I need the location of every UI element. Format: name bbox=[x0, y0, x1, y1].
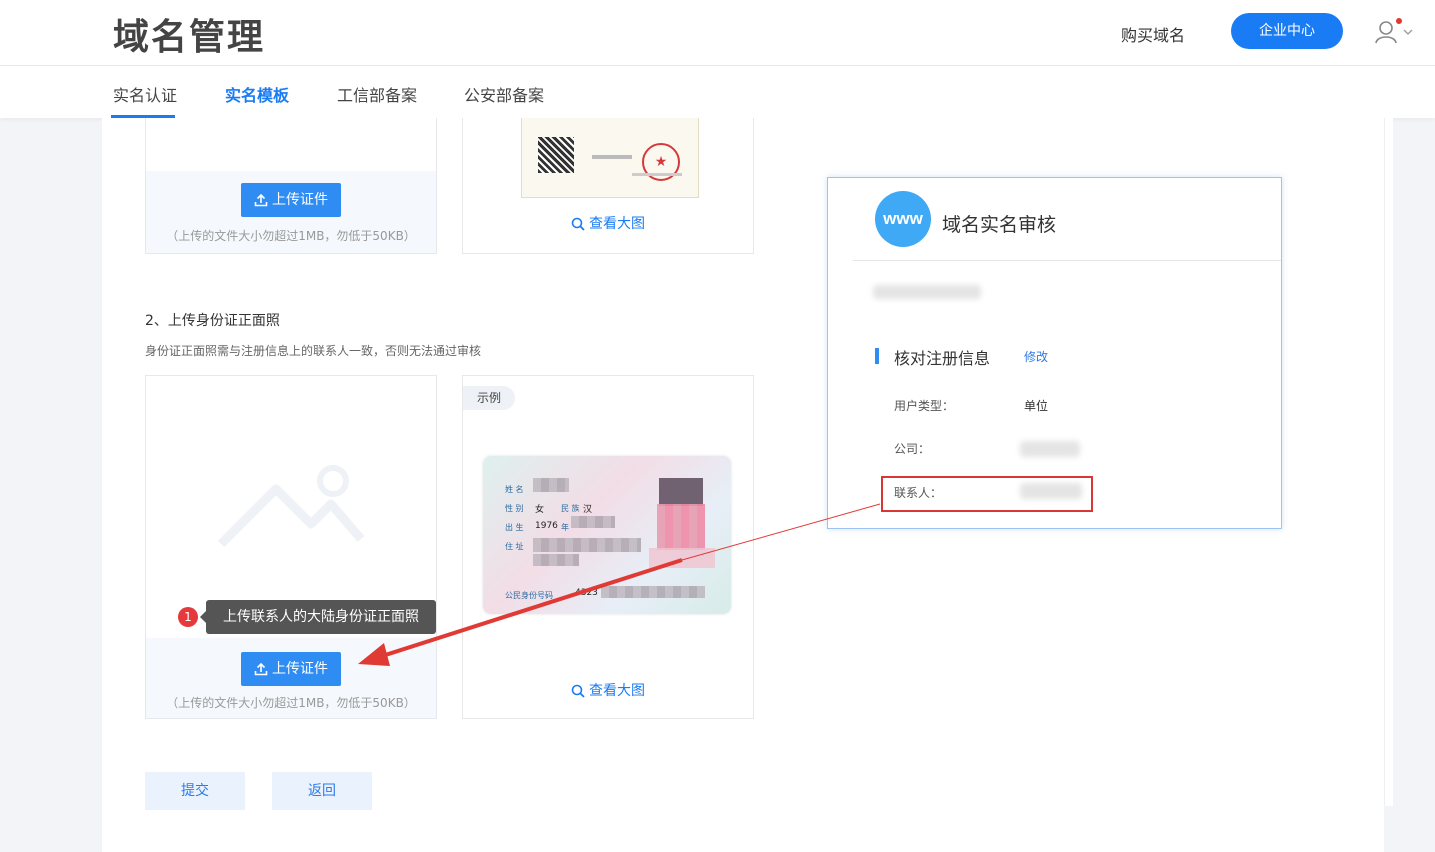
certificate-text-lines bbox=[632, 173, 682, 176]
search-icon bbox=[571, 684, 585, 698]
blurred-domain bbox=[873, 285, 981, 299]
upload-icon bbox=[254, 662, 268, 676]
domain-review-popup: www 域名实名审核 核对注册信息 修改 用户类型： 单位 公司： 联系人： bbox=[827, 177, 1282, 529]
birth-redaction bbox=[571, 516, 615, 528]
example-card-1: ★ 查看大图 bbox=[462, 118, 754, 254]
id-address-label: 住 址 bbox=[505, 542, 524, 551]
address-redaction bbox=[533, 538, 641, 552]
id-ethnic-label: 民 族 bbox=[561, 504, 580, 513]
user-icon bbox=[1375, 21, 1397, 44]
upload-button-label: 上传证件 bbox=[272, 661, 328, 677]
user-menu[interactable] bbox=[1375, 18, 1415, 44]
example-card-2: 示例 姓 名 性 别 女 民 族 汉 出 生 1976 年 住 址 公民身份号码… bbox=[462, 375, 754, 719]
id-number-prefix: 4323 bbox=[575, 588, 598, 598]
upload-note: （上传的文件大小勿超过1MB，勿低于50KB） bbox=[166, 696, 416, 710]
view-large-label: 查看大图 bbox=[589, 683, 645, 699]
view-large-link-1[interactable]: 查看大图 bbox=[463, 213, 753, 233]
view-large-link-2[interactable]: 查看大图 bbox=[463, 680, 753, 700]
upload-card-footer: 上传证件 （上传的文件大小勿超过1MB，勿低于50KB） bbox=[146, 638, 436, 718]
tab-real-name-auth[interactable]: 实名认证 bbox=[113, 82, 177, 106]
contact-highlight-box bbox=[881, 476, 1093, 512]
search-icon bbox=[571, 217, 585, 231]
example-tag: 示例 bbox=[463, 386, 515, 410]
id-birth-label: 出 生 bbox=[505, 523, 524, 532]
upload-card-footer: 上传证件 （上传的文件大小勿超过1MB，勿低于50KB） bbox=[146, 171, 436, 253]
blurred-company bbox=[1020, 441, 1080, 457]
page-title: 域名管理 bbox=[113, 17, 266, 58]
www-logo: www bbox=[875, 191, 931, 247]
upload-card-1: 上传证件 （上传的文件大小勿超过1MB，勿低于50KB） bbox=[145, 118, 437, 254]
upload-icon bbox=[254, 193, 268, 207]
chevron-down-icon bbox=[1403, 29, 1413, 35]
edit-link[interactable]: 修改 bbox=[1024, 348, 1048, 365]
certificate-text-lines bbox=[592, 155, 632, 159]
view-large-label: 查看大图 bbox=[589, 216, 645, 232]
section-title: 2、上传身份证正面照 bbox=[145, 313, 280, 329]
upload-note: （上传的文件大小勿超过1MB，勿低于50KB） bbox=[166, 229, 416, 243]
name-redaction bbox=[533, 478, 569, 492]
tab-police-filing[interactable]: 公安部备案 bbox=[464, 82, 544, 106]
id-number-label: 公民身份号码 bbox=[505, 591, 553, 600]
section-description: 身份证正面照需与注册信息上的联系人一致，否则无法通过审核 bbox=[145, 344, 482, 358]
notification-dot bbox=[1396, 18, 1402, 24]
company-label: 公司： bbox=[894, 442, 931, 456]
buy-domain-link[interactable]: 购买域名 bbox=[1121, 22, 1185, 46]
tab-miit-filing[interactable]: 工信部备案 bbox=[337, 82, 417, 106]
upload-card-2: 上传证件 （上传的文件大小勿超过1MB，勿低于50KB） bbox=[145, 375, 437, 719]
image-placeholder-icon bbox=[217, 465, 365, 548]
upload-button-label: 上传证件 bbox=[272, 192, 328, 208]
certificate-image: ★ bbox=[521, 118, 699, 198]
tab-bar: 实名认证 实名模板 工信部备案 公安部备案 bbox=[0, 66, 1435, 118]
upload-hint-tooltip: 上传联系人的大陆身份证正面照 bbox=[200, 600, 436, 634]
enterprise-center-button[interactable]: 企业中心 bbox=[1231, 13, 1343, 49]
section-marker bbox=[875, 348, 879, 364]
qr-code-image bbox=[538, 137, 574, 173]
upload-button-2[interactable]: 上传证件 bbox=[241, 652, 341, 686]
id-ethnic-value: 汉 bbox=[583, 505, 593, 515]
id-birth-year: 1976 bbox=[535, 521, 558, 531]
back-button[interactable]: 返回 bbox=[272, 772, 372, 810]
tab-real-name-template[interactable]: 实名模板 bbox=[225, 82, 289, 106]
verify-info-title: 核对注册信息 bbox=[894, 349, 991, 368]
step-number-badge: 1 bbox=[178, 607, 198, 627]
id-name-label: 姓 名 bbox=[505, 485, 524, 494]
address-redaction bbox=[533, 554, 579, 566]
id-card-image: 姓 名 性 别 女 民 族 汉 出 生 1976 年 住 址 公民身份号码 43… bbox=[483, 456, 731, 614]
popup-title: 域名实名审核 bbox=[942, 214, 1057, 236]
portrait-photo bbox=[649, 478, 719, 576]
user-type-label: 用户类型： bbox=[894, 399, 955, 413]
user-type-value: 单位 bbox=[1024, 399, 1049, 413]
id-gender-label: 性 别 bbox=[505, 504, 524, 513]
submit-button[interactable]: 提交 bbox=[145, 772, 245, 810]
upload-button-1[interactable]: 上传证件 bbox=[241, 183, 341, 217]
top-bar: 域名管理 购买域名 企业中心 bbox=[0, 0, 1435, 66]
right-scroll-track[interactable] bbox=[1384, 118, 1393, 806]
id-number-redaction bbox=[601, 586, 705, 598]
id-gender-value: 女 bbox=[535, 505, 545, 515]
id-birth-year-unit: 年 bbox=[561, 523, 569, 532]
